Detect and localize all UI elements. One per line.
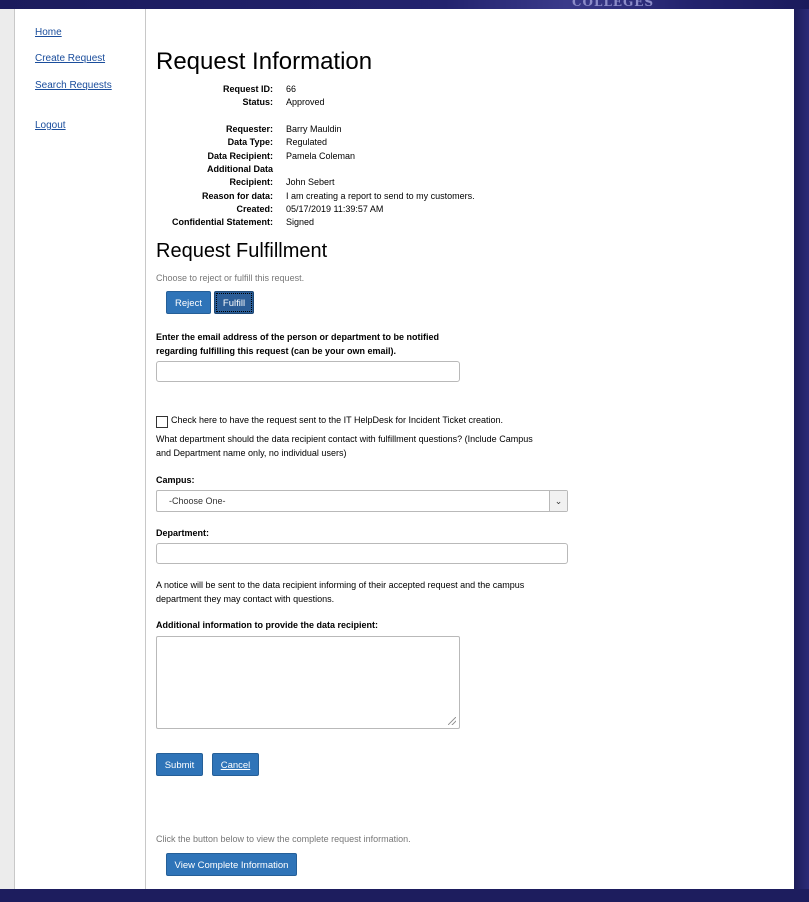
chevron-down-icon[interactable]: ⌄ [549, 491, 567, 511]
info-label: Request ID: [222, 84, 273, 94]
cancel-button[interactable]: Cancel [212, 753, 259, 776]
email-prompt-line-2: regarding fulfilling this request (can b… [156, 345, 397, 356]
info-row-additional-data: Additional Data [156, 164, 616, 177]
info-label: Data Recipient: [207, 151, 273, 161]
nav-link-search-requests[interactable]: Search Requests [35, 80, 112, 91]
info-label: Created: [236, 204, 273, 214]
info-value: 05/17/2019 11:39:57 AM [286, 204, 384, 214]
department-question: What department should the data recipien… [156, 433, 533, 460]
email-prompt: Enter the email address of the person or… [156, 331, 439, 358]
info-value: I am creating a report to send to my cus… [286, 191, 475, 201]
logo-text: COLLEGES [572, 0, 655, 9]
info-row-confidential-statement: Confidential Statement: Signed [156, 217, 616, 230]
department-question-line-1: What department should the data recipien… [156, 434, 533, 444]
info-value: Barry Mauldin [286, 124, 342, 134]
info-value: Signed [286, 217, 315, 227]
helpdesk-checkbox-label: Check here to have the request sent to t… [171, 415, 504, 425]
info-row-status: Status: Approved [156, 97, 616, 110]
department-label: Department: [156, 528, 210, 538]
info-row-request-id: Request ID: 66 [156, 84, 616, 97]
page-title: Request Information [156, 48, 373, 75]
info-row-reason: Reason for data: I am creating a report … [156, 191, 616, 204]
page-container: Home Create Request Search Requests Logo… [14, 9, 794, 889]
notice-text: A notice will be sent to the data recipi… [156, 579, 524, 606]
view-complete-information-button[interactable]: View Complete Information [166, 853, 297, 876]
info-value: Pamela Coleman [286, 151, 356, 161]
info-value: Regulated [286, 137, 328, 147]
cancel-button-label: Cancel [220, 760, 251, 771]
top-banner: COLLEGES [0, 0, 809, 9]
fulfillment-instruction: Choose to reject or fulfill this request… [156, 273, 305, 283]
section-title-fulfillment: Request Fulfillment [156, 240, 328, 262]
info-label: Requester: [225, 124, 273, 134]
info-label: Additional Data [206, 164, 273, 174]
info-row-recipient: Recipient: John Sebert [156, 177, 616, 190]
main-content: Request Information Request ID: 66 Statu… [156, 9, 786, 889]
email-field[interactable] [156, 361, 460, 382]
nav-link-home[interactable]: Home [35, 27, 62, 38]
campus-select[interactable]: -Choose One- ⌄ [156, 490, 568, 512]
view-info-hint: Click the button below to view the compl… [156, 834, 411, 844]
fulfill-button[interactable]: Fulfill [214, 291, 254, 314]
resize-handle-icon[interactable] [448, 717, 456, 725]
info-row-data-recipient: Data Recipient: Pamela Coleman [156, 151, 616, 164]
submit-button[interactable]: Submit [156, 753, 203, 776]
campus-label: Campus: [156, 475, 195, 485]
bottom-banner [0, 889, 809, 902]
nav-link-logout[interactable]: Logout [35, 120, 66, 131]
info-row-requester: Requester: Barry Mauldin [156, 124, 616, 137]
info-label: Reason for data: [201, 191, 273, 201]
info-label: Recipient: [229, 177, 273, 187]
sidebar-nav: Home Create Request Search Requests Logo… [15, 9, 146, 889]
info-label: Confidential Statement: [171, 217, 273, 227]
additional-info-textarea[interactable] [156, 636, 460, 729]
info-value: John Sebert [286, 177, 335, 187]
department-question-line-2: and Department name only, no individual … [156, 447, 347, 458]
reject-button[interactable]: Reject [166, 291, 211, 314]
nav-link-create-request[interactable]: Create Request [35, 53, 105, 64]
notice-line-1: A notice will be sent to the data recipi… [156, 580, 525, 590]
info-row-created: Created: 05/17/2019 11:39:57 AM [156, 204, 616, 217]
info-value: Approved [286, 97, 325, 107]
additional-info-label: Additional information to provide the da… [156, 620, 379, 630]
info-label: Status: [242, 97, 273, 107]
right-border [793, 9, 809, 889]
info-row-data-type: Data Type: Regulated [156, 137, 616, 150]
helpdesk-checkbox[interactable] [156, 416, 168, 428]
info-value: 66 [286, 84, 297, 94]
info-label: Data Type: [227, 137, 273, 147]
email-prompt-line-1: Enter the email address of the person or… [156, 332, 440, 342]
department-field[interactable] [156, 543, 568, 564]
notice-line-2: department they may contact with questio… [156, 593, 335, 604]
campus-selected-value: -Choose One- [169, 496, 226, 506]
